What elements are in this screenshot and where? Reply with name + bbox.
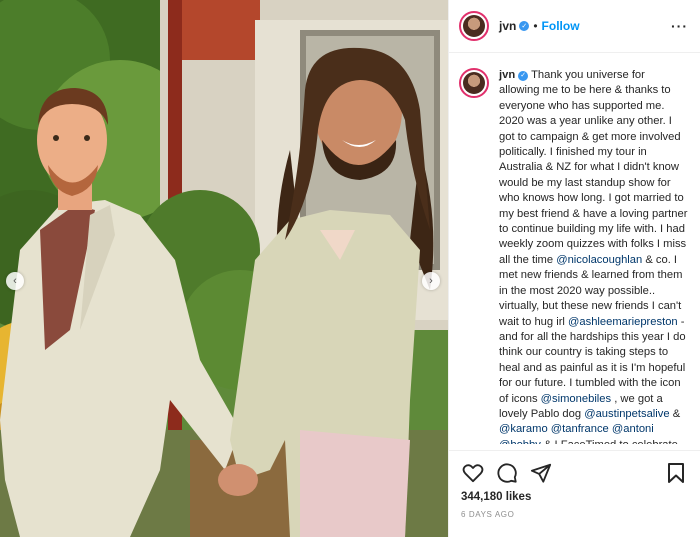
instagram-post: ‹ › jvn ✓ • Follow ··· jvn ✓ Thank you un… [0,0,700,537]
share-icon[interactable] [529,461,553,485]
mention-link[interactable]: @simonebiles [541,393,611,405]
action-icons [461,459,688,487]
caption-area: jvn ✓ Thank you universe for allowing me … [449,54,700,444]
post-side-panel: jvn ✓ • Follow ··· jvn ✓ Thank you univer… [448,0,700,537]
separator-dot: • [533,19,538,33]
avatar[interactable] [459,11,489,41]
post-actions: 344,180 likes 6 DAYS AGO [449,450,700,519]
post-caption: jvn ✓ Thank you universe for allowing me … [499,68,688,444]
caption-username[interactable]: jvn [499,69,515,81]
caption-text-segment: - and for all the hardships this year I … [499,315,686,405]
mention-link[interactable]: @tanfrance [551,423,609,435]
likes-count[interactable]: 344,180 likes [461,491,688,503]
heart-icon[interactable] [461,461,485,485]
verified-badge-icon: ✓ [519,21,530,31]
mention-link[interactable]: @karamo [499,423,548,435]
more-options-icon[interactable]: ··· [671,18,688,34]
caption-text-segment: Thank you universe for allowing me to be… [499,69,688,266]
profile-photo [463,72,485,94]
chevron-right-icon: › [429,275,433,287]
mention-link[interactable]: @ashleemariepreston [568,316,678,328]
comment-icon[interactable] [495,461,519,485]
mention-link[interactable]: @bobby [499,439,541,444]
caption-text-segment: & [669,407,681,420]
username-link[interactable]: jvn [499,19,516,33]
mention-link[interactable]: @austinpetsalive [584,408,669,420]
caption-row: jvn ✓ Thank you universe for allowing me … [459,68,688,444]
profile-photo [463,15,485,37]
bookmark-icon[interactable] [664,461,688,485]
post-photo[interactable]: ‹ › [0,0,448,537]
carousel-next-button[interactable]: › [422,272,440,290]
photo-illustration [0,0,448,537]
caption-avatar[interactable] [459,68,489,98]
carousel-prev-button[interactable]: ‹ [6,272,24,290]
follow-button[interactable]: Follow [542,19,580,33]
post-header: jvn ✓ • Follow ··· [449,0,700,53]
caption-text: Thank you universe for allowing me to be… [499,69,687,444]
post-timestamp[interactable]: 6 DAYS AGO [461,510,688,519]
verified-badge-icon: ✓ [518,70,529,81]
mention-link[interactable]: @antoni [612,423,654,435]
mention-link[interactable]: @nicolacoughlan [556,254,642,266]
chevron-left-icon: ‹ [13,275,17,287]
